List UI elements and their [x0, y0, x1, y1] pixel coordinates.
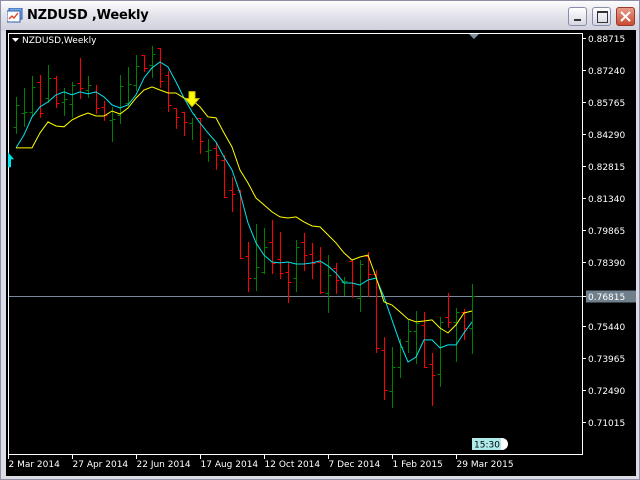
bar-timer: 15:30	[472, 438, 508, 451]
y-tick-label: 0.85765	[588, 99, 625, 109]
timer-label: 15:30	[474, 441, 500, 451]
x-tick-label: 1 Feb 2015	[393, 460, 443, 470]
x-tick-label: 22 Jun 2014	[137, 460, 191, 470]
x-tick-label: 12 Oct 2014	[265, 460, 321, 470]
y-tick-label: 0.72490	[588, 387, 625, 397]
y-tick-label: 0.71015	[588, 419, 625, 429]
y-tick-label: 0.84290	[588, 131, 625, 141]
y-tick-label: 0.78390	[588, 259, 625, 269]
y-tick-label: 0.82815	[588, 163, 625, 173]
x-tick-label: 27 Apr 2014	[73, 460, 129, 470]
y-tick-label: 0.81340	[588, 195, 625, 205]
x-tick-label: 17 Aug 2014	[201, 460, 259, 470]
y-tick-label: 0.79865	[588, 227, 625, 237]
y-tick-label: 0.75440	[588, 323, 625, 333]
y-tick-label: 0.88715	[588, 35, 625, 45]
y-tick-label: 0.73965	[588, 355, 625, 365]
y-tick-label: 0.76815	[588, 293, 625, 303]
x-tick-label: 7 Dec 2014	[329, 460, 381, 470]
y-tick-label: 0.87240	[588, 67, 625, 77]
price-chart[interactable]: 0.88715 0.87240 0.85765 0.84290 0.82815 0.813…	[0, 0, 640, 480]
chart-header-label: NZDUSD,Weekly	[22, 36, 97, 46]
x-tick-label: 29 Mar 2015	[457, 460, 514, 470]
x-tick-label: 2 Mar 2014	[9, 460, 61, 470]
